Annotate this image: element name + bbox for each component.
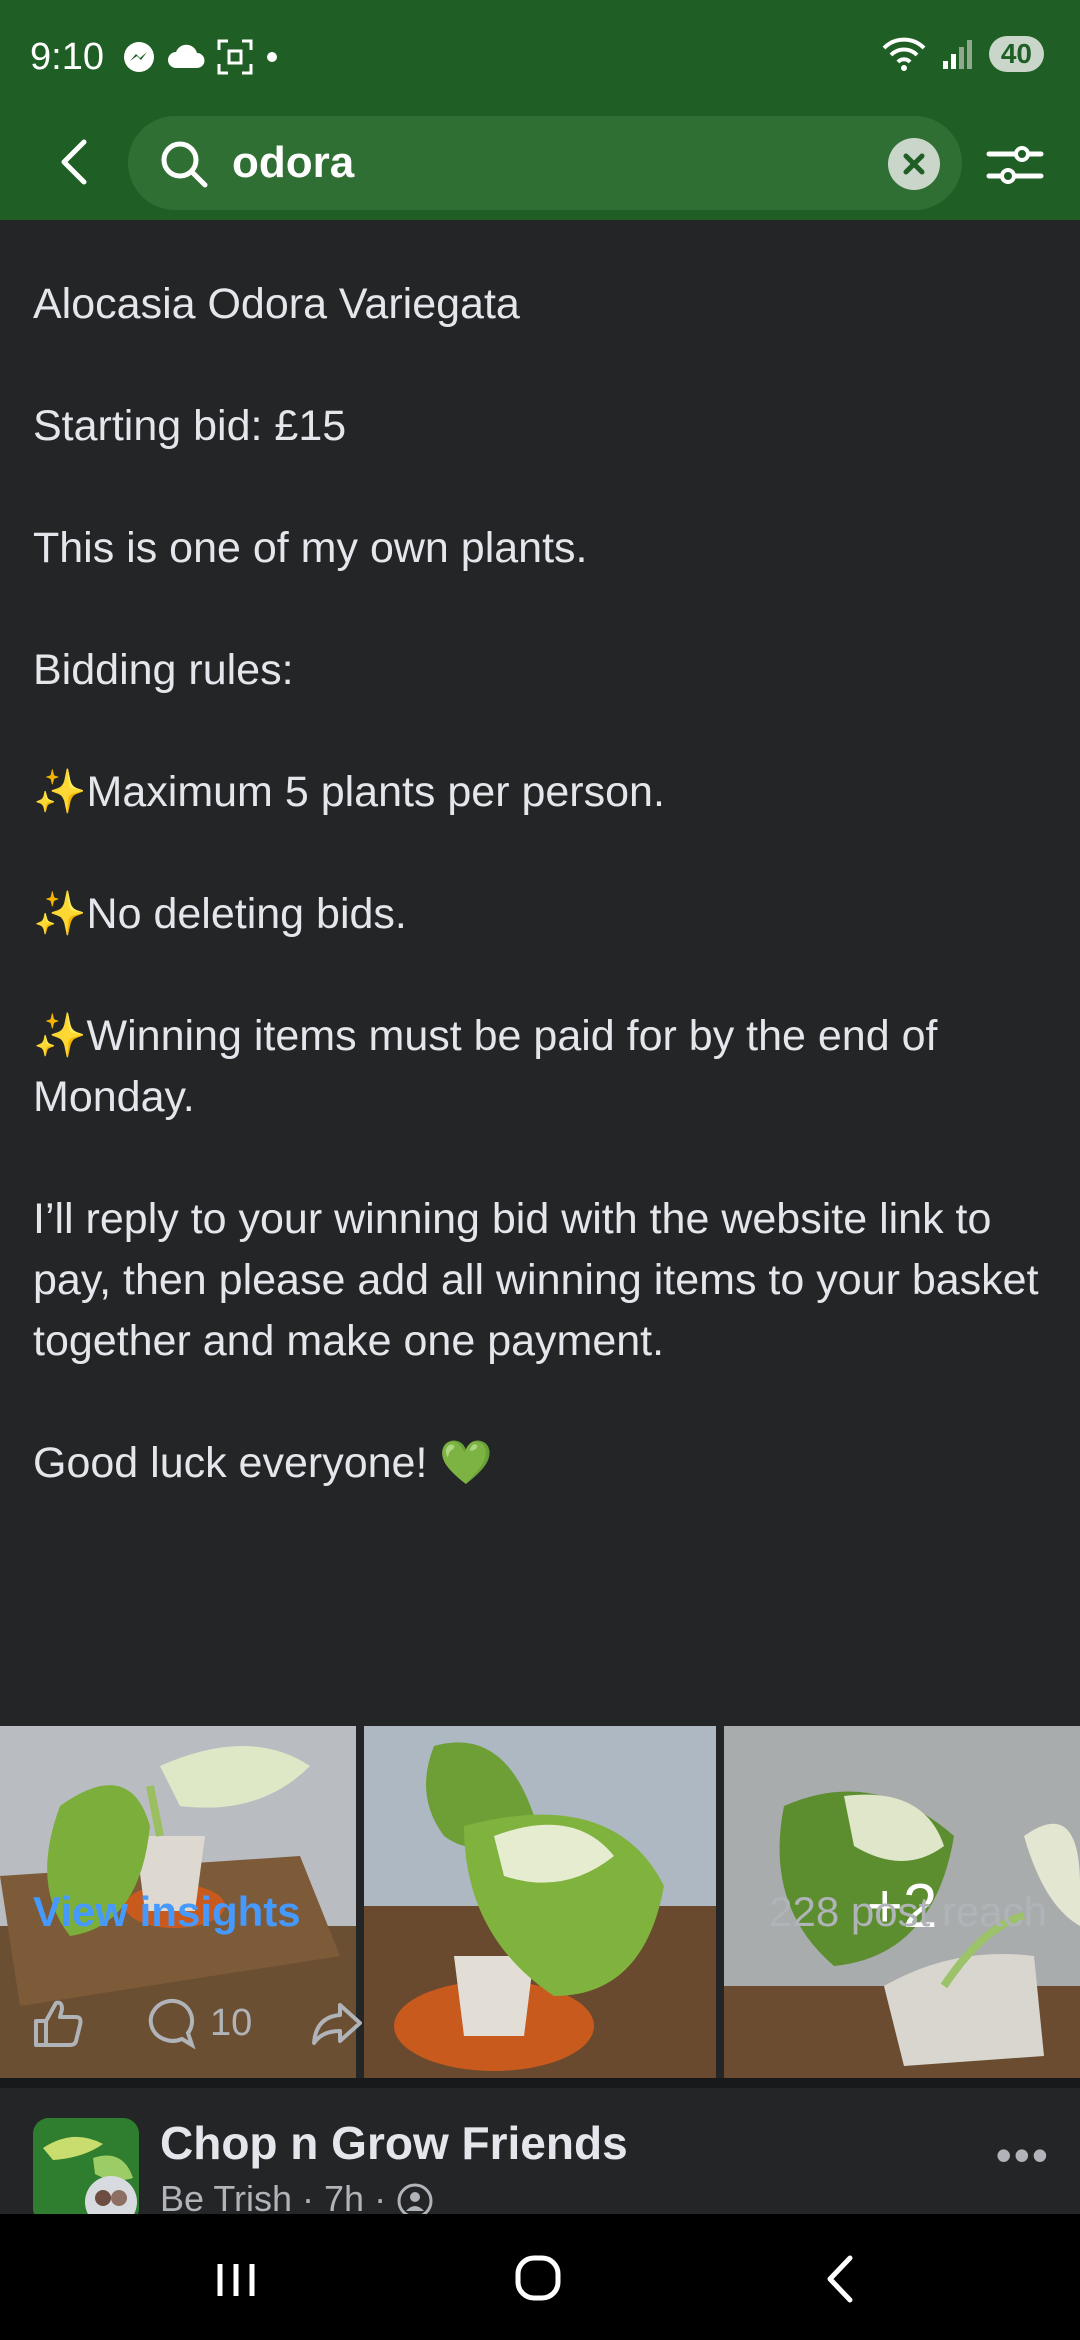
post-paragraph: This is one of my own plants. xyxy=(33,524,588,572)
messenger-icon xyxy=(124,42,154,72)
close-icon xyxy=(903,153,925,175)
share-icon xyxy=(312,2003,363,2045)
system-nav-bar xyxy=(0,2214,1080,2340)
post-paragraph: Good luck everyone! 💚 xyxy=(33,1439,493,1487)
like-button[interactable] xyxy=(30,1995,86,2051)
comment-count: 10 xyxy=(210,2001,253,2044)
group-avatar[interactable] xyxy=(33,2118,139,2224)
status-system-icons: 40 xyxy=(881,36,1044,72)
post-meta-text: Be Trish · 7h · xyxy=(160,2178,387,2219)
post-paragraph: Bidding rules: xyxy=(33,646,294,694)
post-actions: 10 xyxy=(30,1988,420,2058)
post-paragraph: Starting bid: £15 xyxy=(33,402,347,450)
post-reach: 228 post reach xyxy=(769,1888,1047,1935)
status-time: 9:10 xyxy=(30,36,104,78)
view-insights-link[interactable]: View insights xyxy=(33,1888,301,1936)
search-query: odora xyxy=(232,138,355,187)
recent-apps-icon[interactable] xyxy=(186,2244,286,2314)
screenshot-icon xyxy=(217,39,253,75)
search-bar-row: odora xyxy=(0,110,1080,220)
search-input[interactable]: odora xyxy=(128,116,962,210)
next-post-header: Chop n Grow Friends Be Trish · 7h · ••• xyxy=(0,2088,1080,2224)
status-bar: 9:10 40 xyxy=(0,0,1080,110)
signal-icon xyxy=(942,40,972,69)
post-text: Alocasia Odora Variegata Starting bid: £… xyxy=(33,220,1053,1494)
search-icon xyxy=(161,141,208,188)
post-divider xyxy=(0,2078,1080,2088)
clear-search-button[interactable] xyxy=(888,138,940,190)
back-nav-icon[interactable] xyxy=(792,2244,892,2314)
more-options-icon[interactable]: ••• xyxy=(996,2128,1050,2182)
cloud-icon xyxy=(168,44,205,68)
comment-icon xyxy=(148,1998,196,2050)
post-paragraph: Alocasia Odora Variegata xyxy=(33,280,520,328)
status-notification-icons xyxy=(122,38,280,76)
thumbs-up-icon xyxy=(34,2000,83,2047)
post-paragraph: ✨No deleting bids. xyxy=(33,890,407,938)
post-paragraph: ✨Winning items must be paid for by the e… xyxy=(33,1012,950,1121)
group-logo xyxy=(33,2118,139,2224)
wifi-icon xyxy=(882,37,926,71)
comment-button[interactable]: 10 xyxy=(142,1995,252,2051)
post-paragraph: ✨Maximum 5 plants per person. xyxy=(33,768,665,816)
share-button[interactable] xyxy=(308,1995,364,2051)
battery-level: 40 xyxy=(988,36,1044,72)
filter-icon[interactable] xyxy=(985,140,1045,190)
group-name[interactable]: Chop n Grow Friends xyxy=(160,2116,628,2170)
app-header: 9:10 40 odora xyxy=(0,0,1080,220)
post-paragraph: I’ll reply to your winning bid with the … xyxy=(33,1195,1051,1365)
back-arrow-icon[interactable] xyxy=(46,132,106,192)
dot-icon xyxy=(267,52,277,62)
home-icon[interactable] xyxy=(488,2244,588,2314)
